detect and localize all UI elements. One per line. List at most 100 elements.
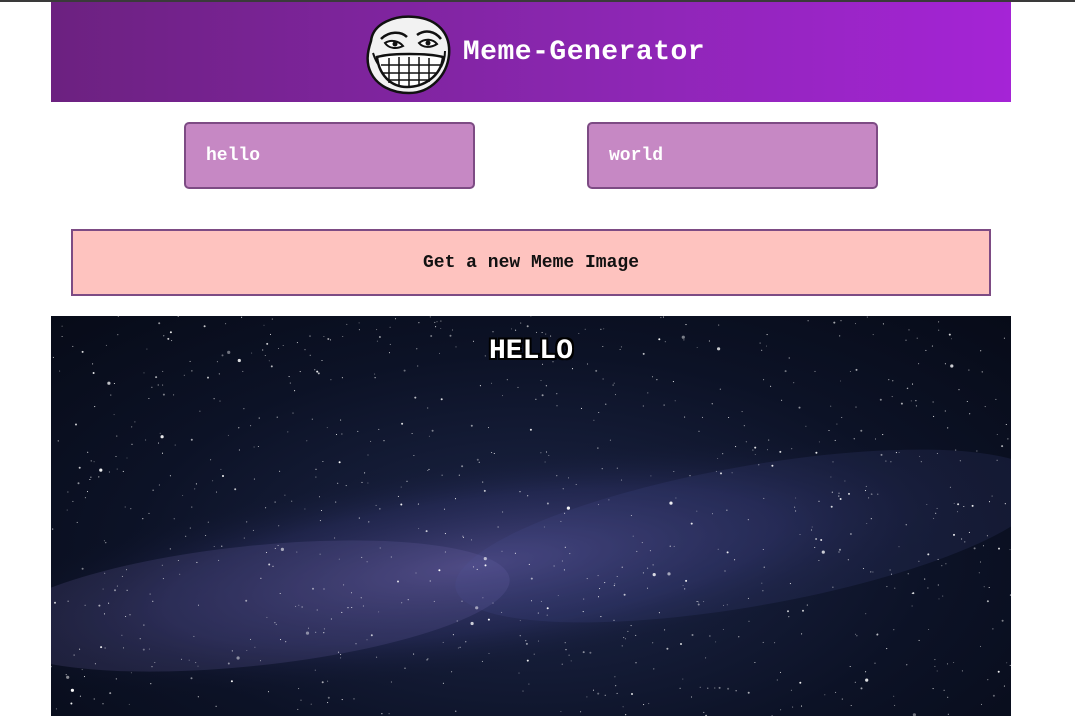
star — [116, 468, 118, 470]
star — [889, 569, 891, 571]
star — [691, 634, 694, 636]
star — [545, 333, 547, 335]
star — [766, 449, 769, 451]
star — [865, 671, 867, 673]
star — [108, 602, 110, 604]
star — [621, 645, 623, 647]
star — [561, 663, 563, 665]
star — [613, 619, 615, 621]
star — [337, 651, 340, 653]
meme-image: HELLO — [51, 316, 1011, 716]
star — [525, 642, 528, 645]
star — [898, 451, 900, 453]
star — [593, 419, 595, 421]
star — [722, 628, 724, 631]
star — [1005, 423, 1007, 426]
star — [953, 533, 955, 536]
star — [544, 461, 546, 463]
star — [597, 596, 600, 598]
star — [771, 464, 774, 467]
star — [212, 480, 214, 482]
star — [361, 481, 363, 483]
star — [79, 648, 81, 650]
star — [436, 321, 438, 323]
star — [780, 709, 782, 711]
star — [947, 427, 949, 429]
star — [866, 522, 868, 525]
star — [830, 505, 833, 508]
star — [401, 422, 404, 425]
star — [832, 461, 834, 463]
star — [378, 428, 380, 430]
star — [533, 653, 535, 655]
star — [341, 377, 343, 379]
star — [77, 482, 80, 485]
star — [411, 432, 413, 435]
star — [535, 331, 538, 333]
star — [238, 427, 240, 429]
star — [374, 377, 376, 379]
star — [121, 575, 123, 577]
star — [438, 569, 441, 572]
star — [487, 427, 490, 429]
top-text-input[interactable] — [184, 122, 475, 189]
star — [289, 382, 291, 384]
get-new-meme-button[interactable]: Get a new Meme Image — [71, 229, 991, 296]
star — [673, 545, 675, 547]
star — [129, 614, 131, 616]
star — [905, 524, 907, 526]
star — [415, 572, 417, 574]
star — [718, 686, 721, 689]
star — [726, 509, 728, 511]
star — [698, 430, 700, 432]
star — [113, 382, 115, 385]
star — [86, 491, 89, 493]
star — [763, 379, 765, 381]
star — [911, 592, 913, 595]
star — [470, 424, 473, 427]
star — [314, 369, 316, 371]
star — [570, 660, 572, 662]
star — [696, 600, 698, 603]
star — [519, 491, 521, 493]
star — [154, 661, 156, 664]
star — [991, 495, 993, 497]
star — [879, 398, 882, 401]
bottom-text-input[interactable] — [587, 122, 878, 189]
star — [394, 318, 397, 320]
star — [483, 489, 486, 492]
star — [632, 535, 634, 537]
star — [527, 495, 529, 497]
star — [614, 583, 616, 585]
star — [301, 606, 303, 608]
star — [514, 552, 516, 554]
star — [481, 660, 483, 662]
star — [227, 662, 230, 665]
star — [801, 633, 803, 635]
trollface-icon — [366, 15, 451, 95]
star — [872, 571, 874, 573]
star — [545, 451, 548, 453]
star — [870, 493, 872, 495]
star — [263, 324, 265, 326]
star — [299, 371, 301, 373]
star — [860, 687, 863, 690]
star — [265, 551, 268, 554]
star — [238, 449, 240, 451]
star — [67, 491, 69, 493]
star — [337, 482, 339, 484]
star — [315, 468, 317, 470]
star — [434, 321, 436, 323]
star — [635, 662, 637, 664]
star — [222, 475, 224, 477]
star — [934, 665, 936, 667]
star — [305, 631, 310, 635]
star — [815, 538, 818, 540]
star — [236, 656, 240, 660]
star — [191, 506, 193, 508]
star — [650, 475, 652, 477]
star — [215, 491, 218, 493]
star — [719, 388, 721, 390]
star — [738, 636, 740, 638]
star — [770, 385, 772, 387]
